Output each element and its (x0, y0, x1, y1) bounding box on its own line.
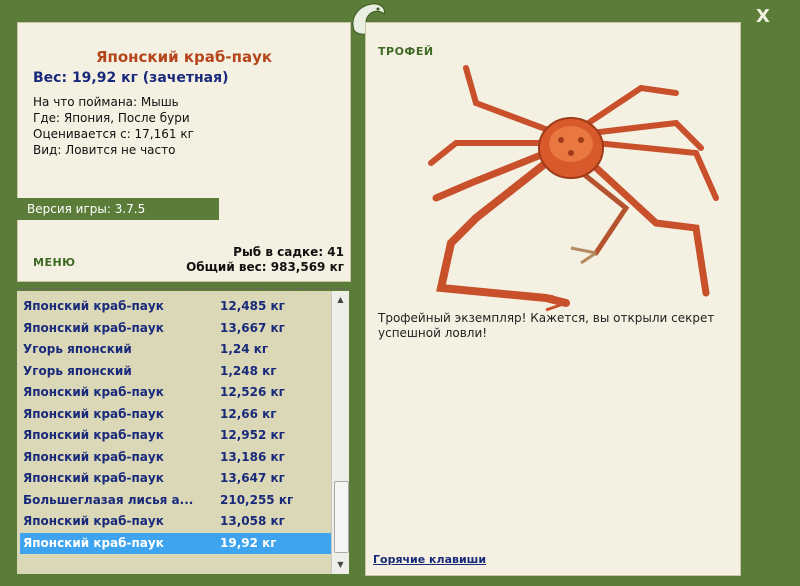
trophy-panel: ТРОФЕЙ Трофейный экземпляр! Кажется, вы … (365, 22, 741, 576)
keepnet-count: Рыб в садке: 41 (233, 245, 344, 259)
catch-list[interactable]: Японский краб-паук 12,485 кг Японский краб… (17, 291, 349, 574)
list-item-weight: 12,66 кг (220, 406, 277, 421)
list-item-name: Японский краб-паук (23, 535, 164, 550)
fish-rated-from: Оценивается с: 17,161 кг (33, 127, 194, 141)
list-item[interactable]: Японский краб-паук 12,485 кг (20, 296, 332, 317)
list-item-weight: 13,186 кг (220, 449, 285, 464)
list-item-weight: 12,952 кг (220, 428, 285, 442)
keepnet-total-weight: Общий вес: 983,569 кг (186, 260, 344, 274)
version-label: Версия игры: 3.7.5 (17, 198, 219, 220)
list-item-weight: 1,248 кг (220, 363, 277, 378)
keepnet-stats: Рыб в садке: 41 Общий вес: 983,569 кг (186, 245, 344, 275)
list-item[interactable]: Японский краб-паук 19,92 кг (20, 532, 332, 554)
game-window: X Японский краб-паук Вес: 19,92 кг (заче… (0, 0, 800, 586)
list-item-name: Большеглазая лисья а... (23, 492, 194, 507)
list-item[interactable]: Японский краб-паук 12,66 кг (20, 404, 332, 425)
list-item-name: Угорь японский (23, 342, 132, 356)
list-item[interactable]: Японский краб-паук 13,186 кг (20, 447, 332, 468)
list-item-name: Японский краб-паук (23, 406, 164, 421)
list-item-name: Угорь японский (23, 363, 132, 378)
catch-info-panel: Японский краб-паук Вес: 19,92 кг (зачетн… (17, 22, 351, 282)
list-item-weight: 13,667 кг (220, 320, 285, 335)
list-item-name: Японский краб-паук (23, 385, 164, 399)
list-item[interactable]: Угорь японский 1,248 кг (20, 361, 332, 382)
list-item-name: Японский краб-паук (23, 514, 164, 528)
fish-bait: На что поймана: Мышь (33, 95, 179, 109)
fish-weight: Вес: 19,92 кг (зачетная) (33, 70, 229, 86)
list-item-weight: 12,526 кг (220, 385, 285, 399)
list-item-name: Японский краб-паук (23, 320, 164, 335)
list-item[interactable]: Японский краб-паук 12,526 кг (20, 382, 332, 403)
list-item-weight: 13,647 кг (220, 471, 285, 485)
scroll-thumb[interactable] (334, 481, 349, 553)
list-item[interactable]: Японский краб-паук 13,667 кг (20, 318, 332, 339)
list-item-weight: 12,485 кг (220, 299, 285, 313)
list-item[interactable]: Японский краб-паук 13,647 кг (20, 468, 332, 489)
fish-title: Японский краб-паук (95, 48, 273, 66)
list-item-weight: 1,24 кг (220, 342, 269, 356)
list-item-weight: 13,058 кг (220, 514, 285, 528)
menu-button[interactable]: МЕНЮ (33, 256, 76, 269)
list-item[interactable]: Угорь японский 1,24 кг (20, 339, 332, 360)
trophy-message: Трофейный экземпляр! Кажется, вы открыли… (378, 311, 715, 340)
hotkeys-link[interactable]: Горячие клавиши (373, 553, 486, 566)
list-item[interactable]: Японский краб-паук 13,058 кг (20, 511, 332, 532)
list-item[interactable]: Большеглазая лисья а... 210,255 кг (20, 490, 332, 511)
list-item[interactable]: Японский краб-паук 12,952 кг (20, 425, 332, 446)
divider (17, 288, 349, 289)
list-item-weight: 19,92 кг (220, 535, 277, 550)
list-item-name: Японский краб-паук (23, 428, 164, 442)
list-item-name: Японский краб-паук (23, 449, 164, 464)
scroll-up-icon[interactable]: ▲ (333, 292, 348, 307)
close-button[interactable]: X (752, 6, 774, 28)
fish-location: Где: Япония, После бури (33, 111, 190, 125)
list-item-weight: 210,255 кг (220, 492, 294, 507)
fish-frequency: Вид: Ловится не часто (33, 143, 176, 157)
list-item-name: Японский краб-паук (23, 471, 164, 485)
scroll-down-icon[interactable]: ▼ (333, 557, 348, 572)
list-item-name: Японский краб-паук (23, 299, 164, 313)
list-scrollbar[interactable]: ▲ ▼ (331, 291, 349, 574)
spider-crab-image (428, 65, 719, 312)
